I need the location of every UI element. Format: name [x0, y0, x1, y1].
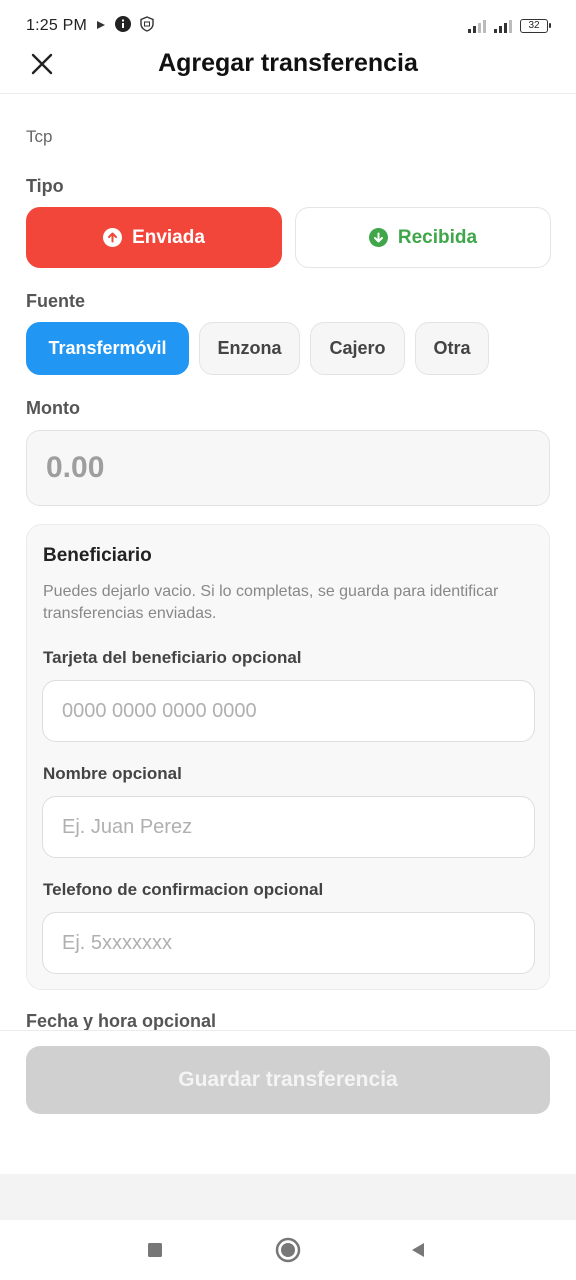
save-transfer-button[interactable]: Guardar transferencia — [26, 1046, 550, 1114]
fuente-label: Fuente — [26, 291, 86, 311]
recents-button[interactable] — [140, 1235, 170, 1265]
app-bar: Agregar transferencia — [0, 34, 576, 94]
bottom-action-bar: Guardar transferencia — [0, 1030, 576, 1174]
type-received-label: Recibida — [397, 226, 478, 248]
source-chip-transfermovil[interactable]: Transfermóvil — [26, 322, 189, 375]
type-sent-button[interactable]: Enviada — [26, 207, 282, 268]
arrow-up-circle-icon — [103, 228, 123, 247]
system-nav-bar — [0, 1220, 576, 1280]
card-number-input[interactable] — [42, 680, 535, 742]
beneficiary-card: Beneficiario Puedes dejarlo vacio. Si lo… — [26, 524, 550, 990]
square-icon — [148, 1243, 162, 1257]
type-sent-label: Enviada — [132, 226, 205, 248]
play-icon — [96, 17, 106, 35]
account-label: Tcp — [26, 127, 53, 146]
back-button[interactable] — [403, 1235, 433, 1265]
status-time: 1:25 PM — [26, 17, 87, 34]
beneficiary-description: Puedes dejarlo vacio. Si lo completas, s… — [43, 583, 499, 622]
phone-input[interactable] — [42, 912, 535, 974]
source-chip-cajero[interactable]: Cajero — [310, 322, 405, 375]
phone-field-label: Telefono de confirmacion opcional — [43, 880, 324, 899]
name-input[interactable] — [42, 796, 535, 858]
beneficiary-title: Beneficiario — [43, 545, 152, 566]
home-circle-icon — [275, 1237, 301, 1263]
source-chip-otra[interactable]: Otra — [415, 322, 489, 375]
back-triangle-icon — [412, 1243, 424, 1257]
source-chip-enzona[interactable]: Enzona — [199, 322, 300, 375]
status-right: 32 — [468, 19, 551, 33]
page-title: Agregar transferencia — [158, 49, 418, 77]
amount-input[interactable]: 0.00 — [26, 430, 550, 506]
home-button[interactable] — [273, 1235, 303, 1265]
arrow-down-circle-icon — [368, 228, 388, 247]
date-label: Fecha y hora opcional — [26, 1011, 217, 1030]
card-field-label: Tarjeta del beneficiario opcional — [43, 648, 302, 667]
signal-icon — [494, 19, 512, 33]
type-received-button[interactable]: Recibida — [295, 207, 551, 268]
close-button[interactable] — [22, 44, 62, 84]
bottom-spacer — [0, 1174, 576, 1220]
tipo-label: Tipo — [26, 176, 64, 196]
signal-icon — [468, 19, 486, 33]
name-field-label: Nombre opcional — [43, 764, 182, 783]
close-icon — [31, 53, 53, 75]
form-content[interactable]: Tcp Tipo Enviada Recibida Fuente Transfe… — [0, 95, 576, 1030]
battery-icon: 32 — [520, 19, 551, 33]
monto-label: Monto — [26, 398, 80, 418]
